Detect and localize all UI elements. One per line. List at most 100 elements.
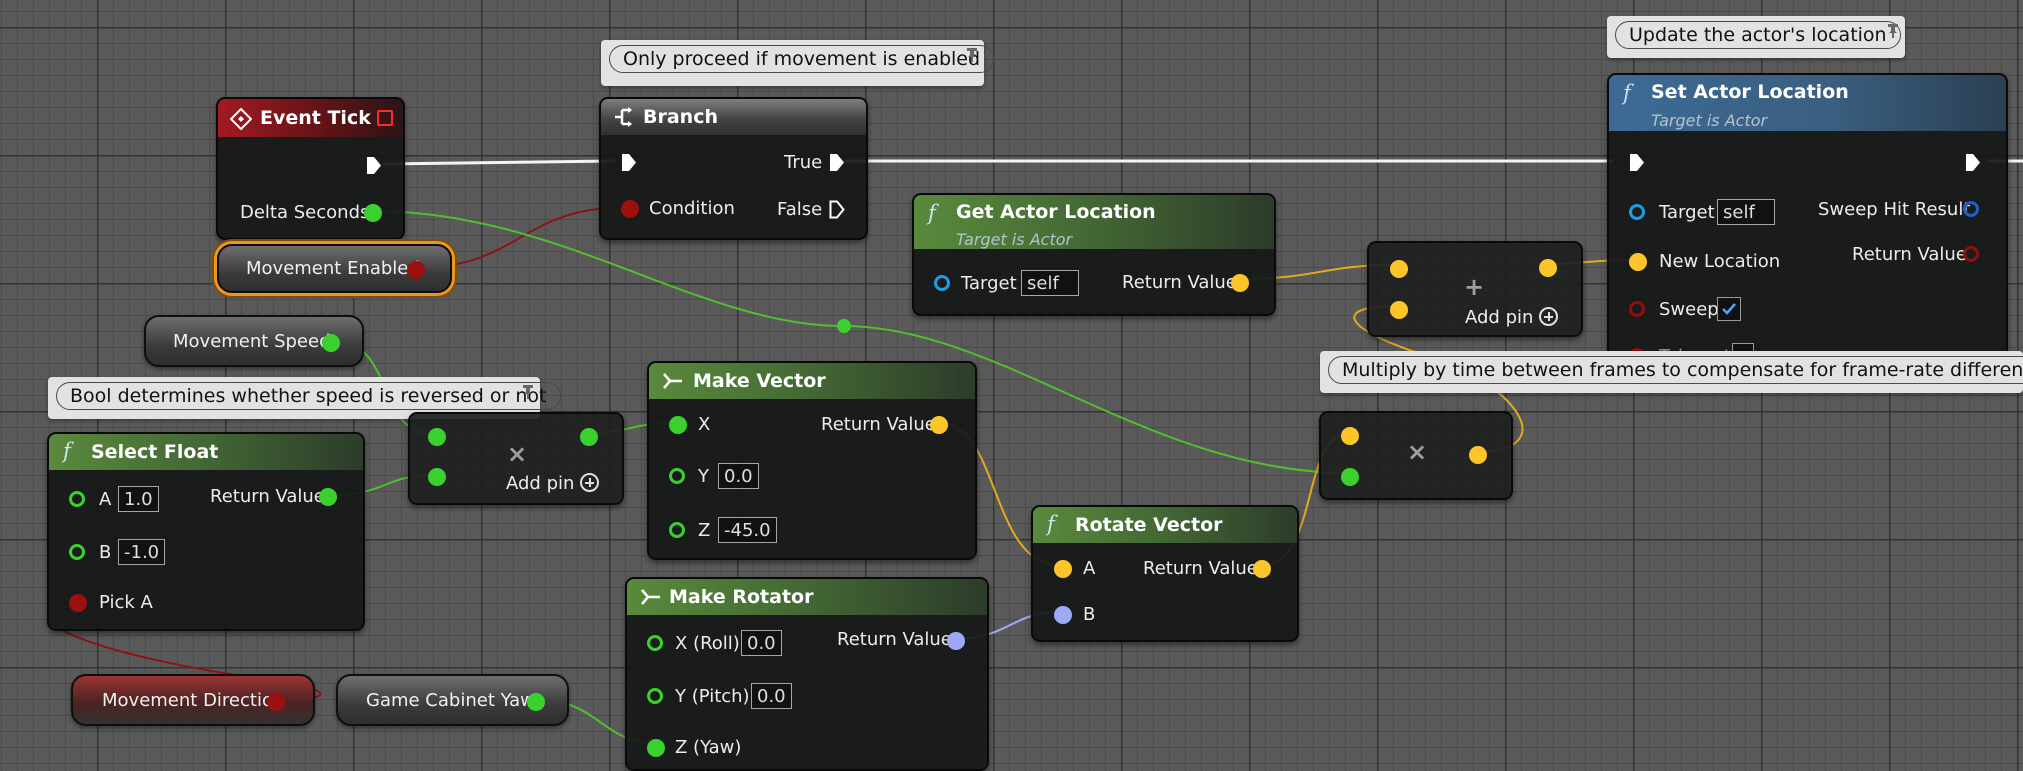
condition-label: Condition xyxy=(649,198,735,219)
roll-pin[interactable] xyxy=(647,635,663,651)
sweep-checkbox[interactable] xyxy=(1717,297,1741,321)
comment-multiply[interactable]: Multiply by time between frames to compe… xyxy=(1320,351,2023,393)
b-pin[interactable] xyxy=(1054,606,1072,624)
target-label: Target xyxy=(961,273,1017,294)
comment-set-location[interactable]: Update the actor's location xyxy=(1607,16,1905,58)
exec-true-pin-icon[interactable] xyxy=(829,153,845,172)
return-value-label: Return Value xyxy=(1122,272,1237,293)
target-pin[interactable] xyxy=(1629,204,1645,220)
multiply-a-pin[interactable] xyxy=(1341,427,1359,445)
add-operator-icon: + xyxy=(1464,273,1485,301)
return-value-label: Return Value xyxy=(1852,244,1967,265)
return-value-pin[interactable] xyxy=(930,416,948,434)
y-pin[interactable] xyxy=(669,468,685,484)
multiply-a-pin[interactable] xyxy=(428,428,446,446)
target-value[interactable]: self xyxy=(1717,199,1775,225)
target-pin[interactable] xyxy=(934,275,950,291)
add-a-pin[interactable] xyxy=(1390,260,1408,278)
a-pin[interactable] xyxy=(1054,560,1072,578)
exec-in-pin-icon[interactable] xyxy=(1629,153,1645,172)
yaw-label: Z (Yaw) xyxy=(675,737,742,758)
comment-branch[interactable]: Only proceed if movement is enabled xyxy=(601,40,995,86)
add-out-pin[interactable] xyxy=(1539,259,1557,277)
pin-comment-icon[interactable] xyxy=(965,46,979,62)
return-value-pin[interactable] xyxy=(947,632,965,650)
game-cabinet-yaw-variable[interactable]: Game Cabinet Yaw xyxy=(336,674,569,726)
add-b-pin[interactable] xyxy=(1390,301,1408,319)
new-location-pin[interactable] xyxy=(1629,253,1647,271)
b-value[interactable]: -1.0 xyxy=(118,539,166,565)
bool-out-pin[interactable] xyxy=(267,693,285,711)
node-subtitle: Target is Actor xyxy=(956,230,1073,249)
pitch-pin[interactable] xyxy=(647,688,663,704)
node-title: Rotate Vector xyxy=(1075,514,1223,536)
multiply-b-pin[interactable] xyxy=(1341,468,1359,486)
return-value-pin[interactable] xyxy=(1963,246,1979,262)
a-label: A xyxy=(99,489,112,510)
exec-out-pin-icon[interactable] xyxy=(366,156,382,175)
return-value-label: Return Value xyxy=(210,486,325,507)
b-pin[interactable] xyxy=(69,544,85,560)
yaw-pin[interactable] xyxy=(647,739,665,757)
delegate-pin-icon[interactable] xyxy=(377,110,393,126)
multiply-vector-node[interactable]: × xyxy=(1319,411,1513,500)
exec-wire-tick-branch xyxy=(382,159,616,166)
multiply-b-pin[interactable] xyxy=(428,468,446,486)
z-pin[interactable] xyxy=(669,522,685,538)
a-value[interactable]: 1.0 xyxy=(118,486,159,512)
x-pin[interactable] xyxy=(669,416,687,434)
pitch-value[interactable]: 0.0 xyxy=(751,683,792,709)
target-value[interactable]: self xyxy=(1021,270,1079,296)
add-pin-icon xyxy=(1539,307,1559,326)
pin-comment-icon[interactable] xyxy=(1886,22,1900,38)
variable-label: Movement Speed xyxy=(173,331,331,352)
event-tick-node[interactable]: Event Tick Delta Seconds xyxy=(216,97,405,240)
a-pin[interactable] xyxy=(69,491,85,507)
bool-out-pin[interactable] xyxy=(407,261,425,279)
select-float-node[interactable]: f Select Float A 1.0 Return Value B -1.0… xyxy=(47,432,365,631)
node-header: Make Vector xyxy=(649,363,975,399)
rotate-vector-node[interactable]: f Rotate Vector A Return Value B xyxy=(1031,505,1299,642)
add-vector-node[interactable]: + Add pin xyxy=(1367,241,1583,337)
delta-seconds-pin[interactable] xyxy=(364,204,382,222)
movement-direction-variable[interactable]: Movement Direction xyxy=(71,674,315,726)
roll-label: X (Roll) xyxy=(675,633,740,654)
exec-out-pin-icon[interactable] xyxy=(1965,153,1981,172)
exec-false-pin-icon[interactable] xyxy=(829,200,845,219)
multiply-operator-icon: × xyxy=(1407,438,1428,466)
reroute-knot xyxy=(837,319,851,333)
movement-enabled-variable[interactable]: Movement Enabled xyxy=(217,244,452,293)
pick-a-pin[interactable] xyxy=(69,594,87,612)
condition-pin[interactable] xyxy=(621,200,639,218)
multiply-out-pin[interactable] xyxy=(1469,446,1487,464)
multiply-float-node[interactable]: × Add pin xyxy=(408,412,624,505)
comment-text: Multiply by time between frames to compe… xyxy=(1328,356,2023,384)
set-actor-location-node[interactable]: f Set Actor Location Target is Actor Tar… xyxy=(1607,73,2008,367)
add-pin-button[interactable]: Add pin xyxy=(506,473,600,494)
target-label: Target xyxy=(1659,202,1715,223)
make-rotator-node[interactable]: Make Rotator X (Roll) 0.0 Return Value Y… xyxy=(625,577,989,771)
multiply-operator-icon: × xyxy=(507,440,528,468)
branch-node[interactable]: Branch True Condition False xyxy=(599,97,868,240)
return-value-pin[interactable] xyxy=(319,488,337,506)
multiply-out-pin[interactable] xyxy=(580,428,598,446)
sweep-pin[interactable] xyxy=(1629,301,1645,317)
add-pin-button[interactable]: Add pin xyxy=(1465,307,1559,328)
get-actor-location-node[interactable]: f Get Actor Location Target is Actor Tar… xyxy=(912,193,1276,316)
function-icon: f xyxy=(63,439,71,463)
sweep-hit-result-pin[interactable] xyxy=(1963,201,1979,217)
checkmark-icon xyxy=(1722,303,1736,315)
return-value-pin[interactable] xyxy=(1253,560,1271,578)
z-value[interactable]: -45.0 xyxy=(718,517,777,543)
movement-speed-variable[interactable]: Movement Speed xyxy=(144,315,364,367)
roll-value[interactable]: 0.0 xyxy=(741,630,782,656)
z-label: Z xyxy=(698,520,711,541)
a-label: A xyxy=(1083,558,1096,579)
return-value-pin[interactable] xyxy=(1231,274,1249,292)
make-vector-node[interactable]: Make Vector X Return Value Y 0.0 Z -45.0 xyxy=(647,361,977,560)
float-out-pin[interactable] xyxy=(527,693,545,711)
pin-comment-icon[interactable] xyxy=(521,383,535,399)
y-value[interactable]: 0.0 xyxy=(718,463,759,489)
exec-in-pin-icon[interactable] xyxy=(621,153,637,172)
float-out-pin[interactable] xyxy=(322,334,340,352)
